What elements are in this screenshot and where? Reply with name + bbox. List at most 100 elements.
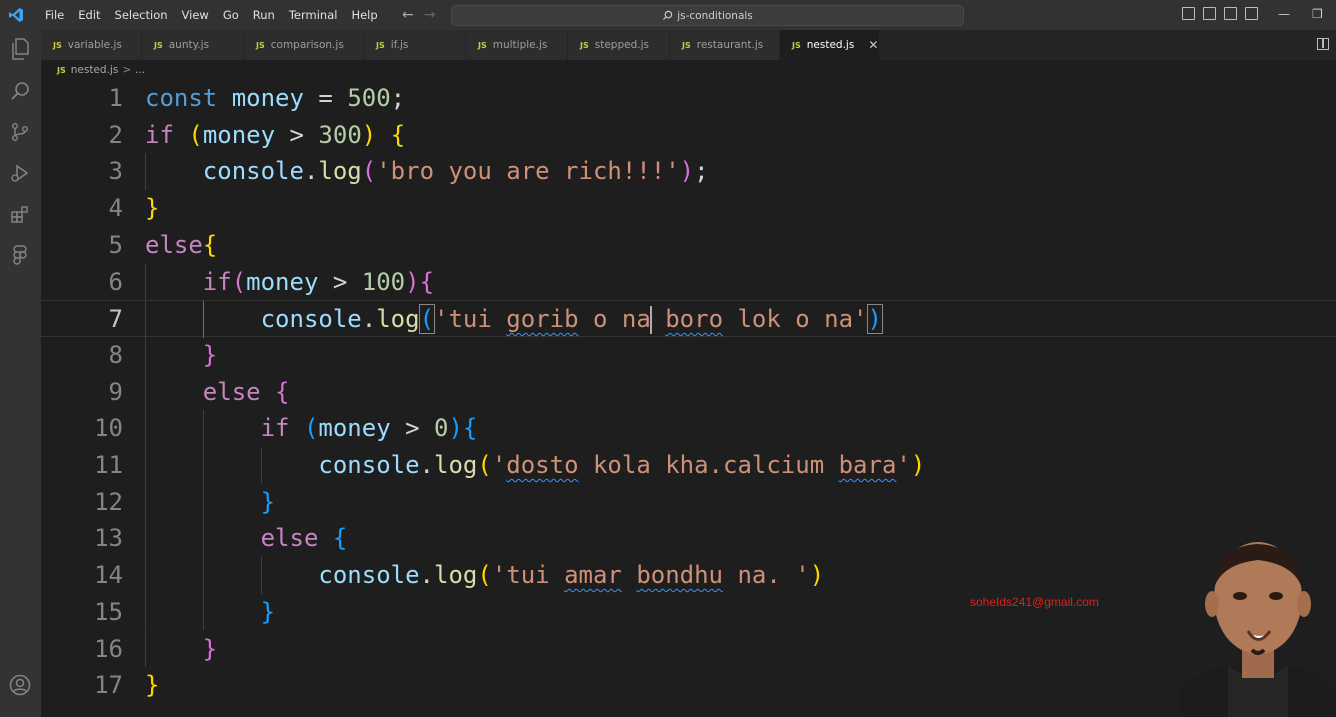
- figma-icon[interactable]: [9, 244, 31, 266]
- code-line[interactable]: 5 else{: [41, 227, 1336, 264]
- code-line[interactable]: 7 console.log('tui gorib o na boro lok o …: [41, 300, 1336, 338]
- search-label: js-conditionals: [677, 9, 753, 22]
- menu-item-go[interactable]: Go: [216, 0, 246, 30]
- code-content: }: [203, 631, 217, 668]
- extensions-icon[interactable]: [9, 203, 31, 225]
- code-content: const money = 500;: [145, 80, 405, 117]
- code-token: =: [303, 84, 348, 112]
- indent-guide: [202, 520, 204, 558]
- breadcrumb-file[interactable]: nested.js: [71, 64, 119, 76]
- tab-variable[interactable]: JS variable.js: [41, 30, 142, 60]
- code-token: (: [477, 561, 492, 590]
- back-arrow-icon[interactable]: ←: [402, 6, 414, 24]
- toggle-primary-sidebar-icon[interactable]: [1182, 7, 1195, 20]
- code-token: ): [679, 157, 695, 186]
- window-controls: — ❐: [1278, 4, 1323, 24]
- menu-item-terminal[interactable]: Terminal: [282, 0, 345, 30]
- tab-label: nested.js: [806, 39, 855, 51]
- code-line[interactable]: 13 else {: [41, 520, 1336, 558]
- code-line[interactable]: 16}: [41, 630, 1336, 668]
- line-number: 16: [94, 634, 123, 663]
- line-number: 1: [108, 84, 123, 112]
- code-line[interactable]: 17}: [41, 667, 1336, 704]
- tab-label: variable.js: [67, 39, 122, 51]
- code-line[interactable]: 11 console.log('dosto kola kha.calcium ba…: [41, 447, 1336, 484]
- line-number: 2: [108, 120, 123, 149]
- code-line[interactable]: 10 if (money > 0){: [41, 410, 1336, 447]
- line-number: 5: [108, 230, 123, 259]
- tab-aunty[interactable]: JS aunty.js: [142, 30, 244, 60]
- code-token: 300: [318, 120, 362, 149]
- indent-guide: [202, 301, 204, 338]
- code-token: log: [318, 157, 362, 186]
- explorer-icon[interactable]: [9, 38, 31, 60]
- code-token: }: [260, 597, 276, 626]
- code-line[interactable]: 9 else {: [41, 373, 1336, 411]
- code-token: ): [405, 267, 420, 296]
- code-token: bara: [838, 451, 897, 479]
- indent-guide: [145, 520, 146, 558]
- code-line[interactable]: 12}: [41, 483, 1336, 521]
- forward-arrow-icon[interactable]: →: [424, 6, 436, 24]
- code-token: console: [318, 561, 420, 590]
- line-number: 11: [94, 451, 123, 479]
- menu-item-run[interactable]: Run: [246, 0, 282, 30]
- command-center-search[interactable]: js-conditionals: [451, 5, 964, 26]
- code-token: ): [910, 451, 926, 479]
- navigation-arrows: ← →: [402, 6, 435, 24]
- title-bar: File Edit Selection View Go Run Terminal Help ←…: [0, 0, 1336, 30]
- code-token: }: [145, 194, 160, 223]
- customize-layout-icon[interactable]: [1245, 7, 1258, 20]
- source-control-icon[interactable]: [9, 121, 31, 143]
- tab-label: stepped.js: [594, 39, 649, 51]
- menu-item-edit[interactable]: Edit: [71, 0, 107, 30]
- code-token: {: [419, 267, 435, 296]
- indent-guide: [202, 593, 204, 631]
- code-line[interactable]: 4}: [41, 190, 1336, 227]
- tab-stepped[interactable]: JS stepped.js: [568, 30, 670, 60]
- tab-if[interactable]: JS if.js: [364, 30, 466, 60]
- presenter-webcam: [1180, 538, 1336, 717]
- menu-item-selection[interactable]: Selection: [108, 0, 175, 30]
- minimize-icon[interactable]: —: [1278, 4, 1290, 24]
- toggle-secondary-sidebar-icon[interactable]: [1224, 7, 1237, 20]
- code-token: }: [202, 634, 218, 663]
- tab-restaurant[interactable]: JS restaurant.js: [670, 30, 780, 60]
- account-icon[interactable]: [9, 674, 31, 696]
- tab-nested[interactable]: JS nested.js ✕: [780, 30, 880, 60]
- search-sidebar-icon[interactable]: [9, 80, 31, 102]
- code-line[interactable]: 6 if(money > 100){: [41, 263, 1336, 301]
- code-token: ;: [694, 157, 709, 186]
- code-line[interactable]: 1 const money = 500;: [41, 80, 1336, 117]
- code-line[interactable]: 14 console.log('tui amar bondhu na. '): [41, 557, 1336, 594]
- code-token: if: [202, 267, 232, 296]
- close-tab-icon[interactable]: ✕: [868, 38, 878, 52]
- code-line[interactable]: 15}: [41, 593, 1336, 631]
- code-token: 'bro you are rich!!!': [376, 157, 680, 186]
- indent-guide: [145, 447, 146, 484]
- code-token: .: [419, 561, 434, 590]
- tab-multiple[interactable]: JS multiple.js: [466, 30, 568, 60]
- tab-comparison[interactable]: JS comparison.js: [244, 30, 364, 60]
- indent-guide: [145, 336, 146, 374]
- js-file-icon: JS: [580, 40, 589, 50]
- menu-item-view[interactable]: View: [175, 0, 216, 30]
- tab-label: aunty.js: [168, 39, 210, 51]
- menu-item-file[interactable]: File: [38, 0, 71, 30]
- toggle-panel-icon[interactable]: [1203, 7, 1216, 20]
- search-icon: [663, 10, 673, 21]
- split-editor-icon[interactable]: [1317, 38, 1329, 50]
- code-line[interactable]: 8}: [41, 336, 1336, 374]
- menu-item-help[interactable]: Help: [344, 0, 384, 30]
- run-and-debug-icon[interactable]: [9, 162, 31, 184]
- code-line[interactable]: 2 if (money > 300) {: [41, 117, 1336, 154]
- code-editor[interactable]: 1 const money = 500; 2 if (money > 300) {3 c…: [41, 80, 1336, 717]
- js-file-icon: JS: [792, 40, 801, 50]
- code-line[interactable]: 3 console.log('bro you are rich!!!');: [41, 153, 1336, 191]
- code-token: amar: [564, 561, 622, 590]
- restore-icon[interactable]: ❐: [1312, 4, 1323, 24]
- line-number: 10: [94, 414, 123, 443]
- breadcrumb-rest[interactable]: ...: [135, 64, 145, 76]
- code-token: lok o na': [723, 305, 868, 334]
